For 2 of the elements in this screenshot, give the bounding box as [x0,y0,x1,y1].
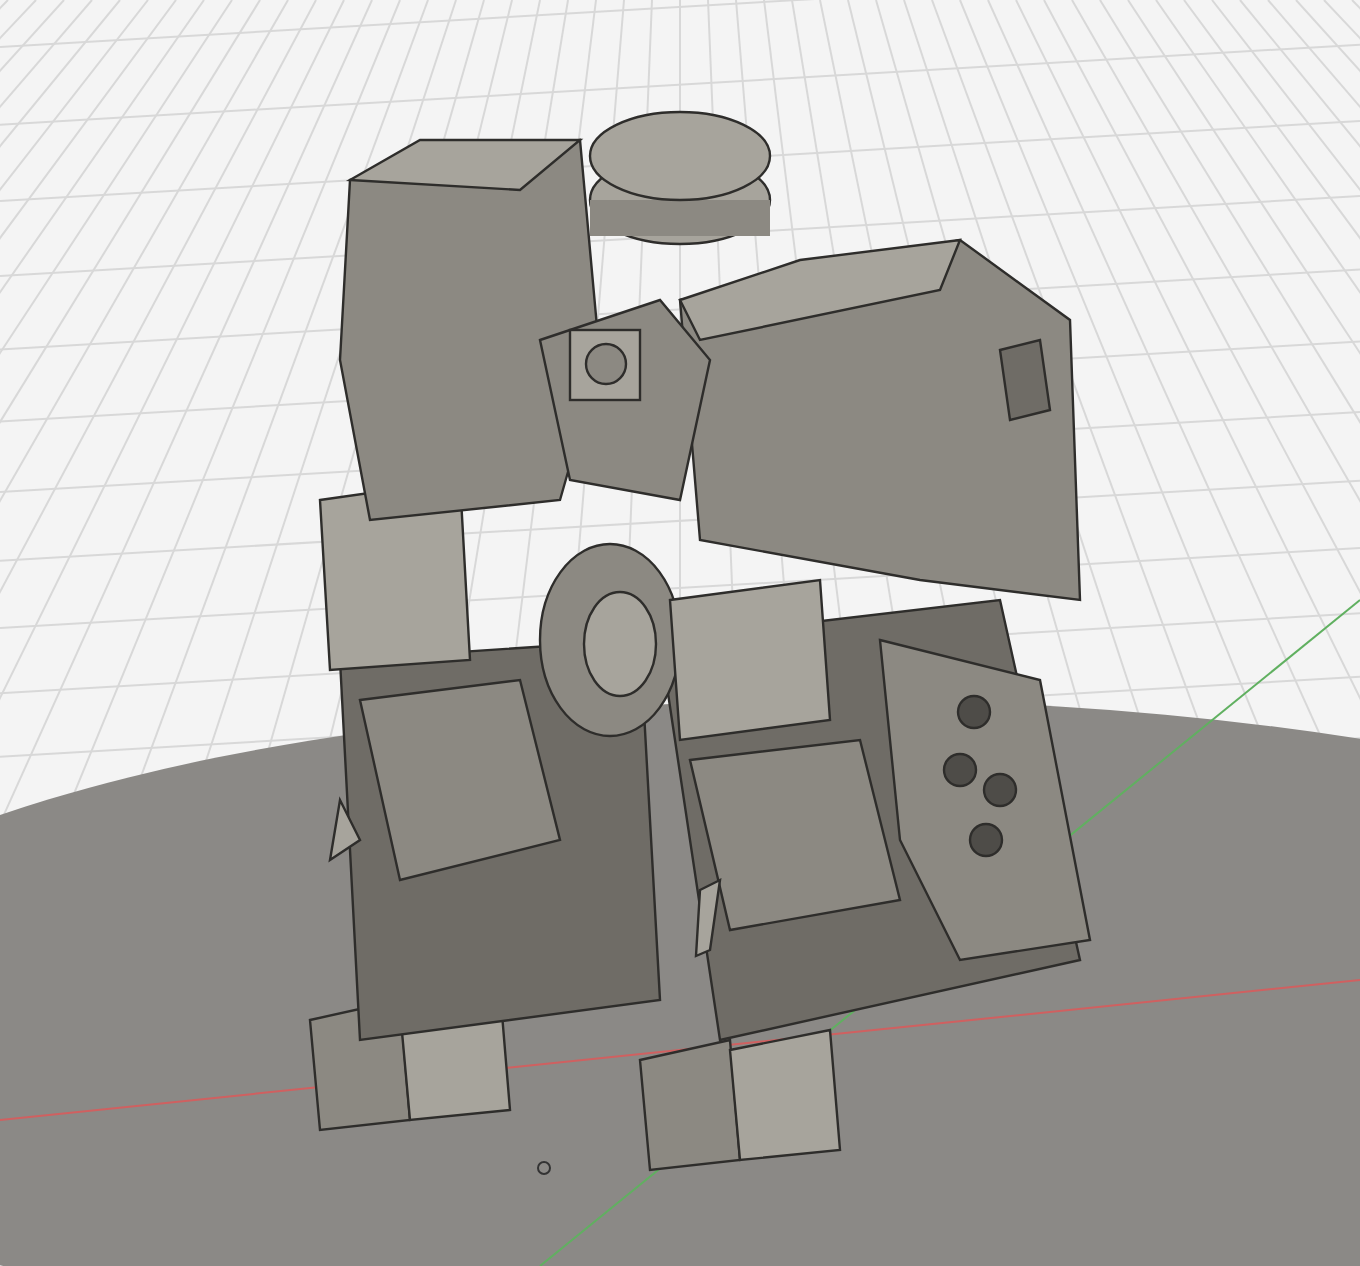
cad-viewport[interactable] [0,0,1360,1266]
origin-marker-icon [537,1161,551,1175]
